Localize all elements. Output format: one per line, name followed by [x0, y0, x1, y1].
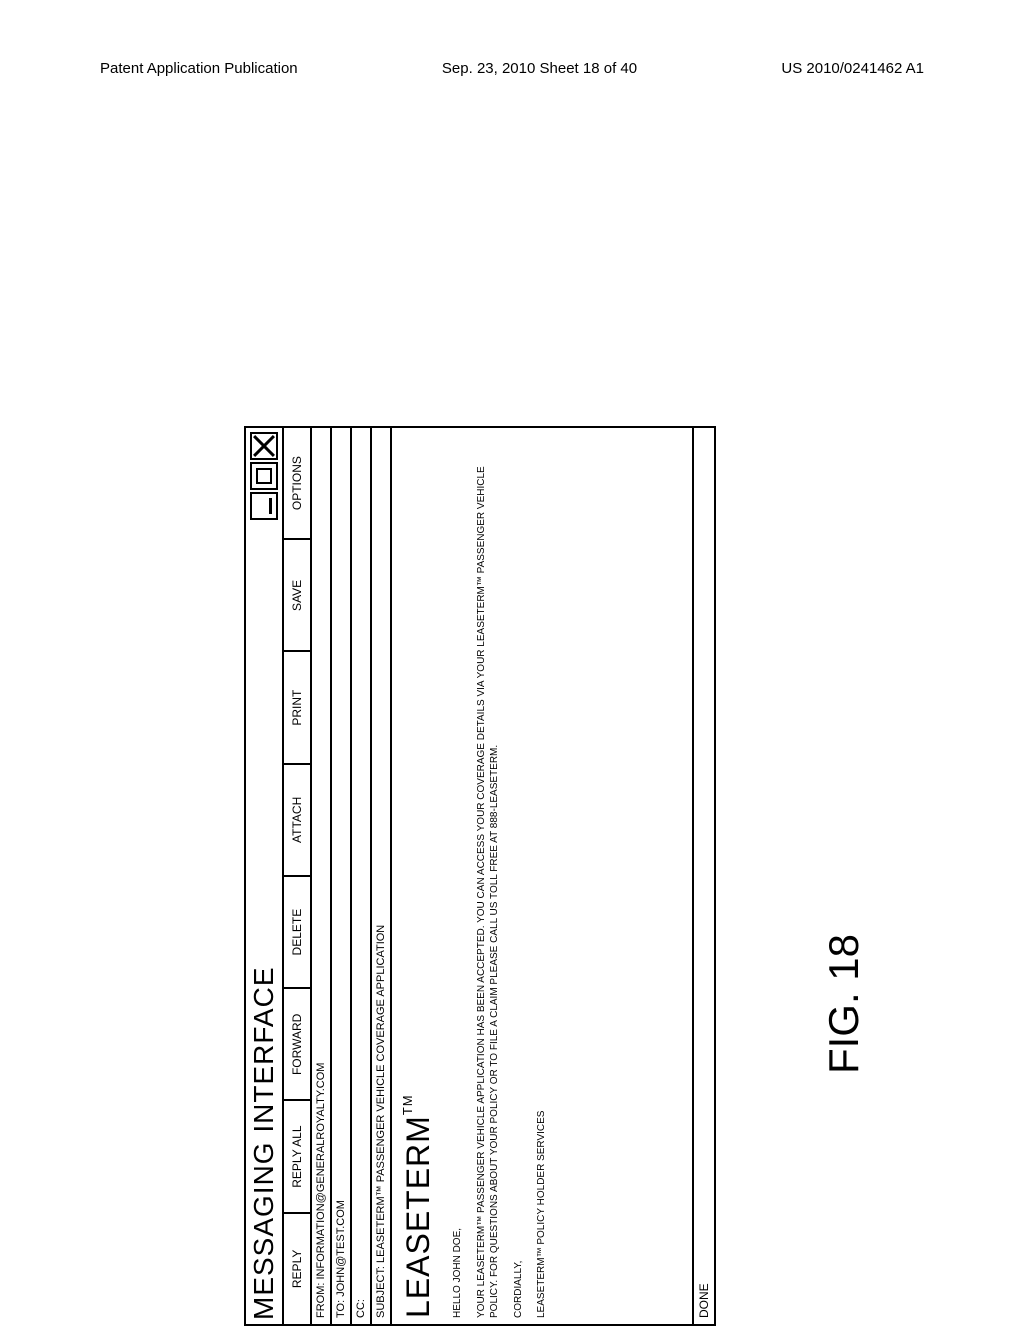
from-field: FROM: INFORMATION@GENERALROYALTY.COM	[312, 428, 332, 1324]
greeting-text: HELLO JOHN DOE,	[451, 434, 465, 1318]
brand-name: LEASETERM	[400, 1115, 436, 1318]
options-button[interactable]: OPTIONS	[284, 428, 310, 538]
window-controls	[250, 432, 278, 520]
page-header: Patent Application Publication Sep. 23, …	[0, 0, 1024, 87]
minimize-icon[interactable]	[250, 492, 278, 520]
toolbar: REPLY REPLY ALL FORWARD DELETE ATTACH PR…	[284, 428, 312, 1324]
status-done: DONE	[697, 1283, 711, 1318]
messaging-window: MESSAGING INTERFACE REPLY REPLY ALL FORW…	[244, 426, 716, 1326]
brand-logo: LEASETERMTM	[400, 434, 437, 1318]
subject-field: SUBJECT: LEASETERM™ PASSENGER VEHICLE CO…	[372, 428, 392, 1324]
message-body: LEASETERMTM HELLO JOHN DOE, YOUR LEASETE…	[392, 428, 692, 1324]
reply-all-button[interactable]: REPLY ALL	[284, 1100, 310, 1212]
header-left: Patent Application Publication	[100, 60, 298, 77]
maximize-icon[interactable]	[250, 462, 278, 490]
header-center: Sep. 23, 2010 Sheet 18 of 40	[442, 60, 637, 77]
closing-text: CORDIALLY,	[512, 434, 526, 1318]
to-field: TO: JOHN@TEST.COM	[332, 428, 352, 1324]
signature-text: LEASETERM™ POLICY HOLDER SERVICES	[535, 434, 549, 1318]
attach-button[interactable]: ATTACH	[284, 763, 310, 875]
header-right: US 2010/0241462 A1	[781, 60, 924, 77]
reply-button[interactable]: REPLY	[284, 1212, 310, 1324]
save-button[interactable]: SAVE	[284, 538, 310, 650]
cc-field: CC:	[352, 428, 372, 1324]
window-title: MESSAGING INTERFACE	[248, 967, 280, 1321]
brand-tm: TM	[400, 1094, 415, 1115]
figure-container: MESSAGING INTERFACE REPLY REPLY ALL FORW…	[244, 426, 716, 1326]
body-paragraph: YOUR LEASETERM™ PASSENGER VEHICLE APPLIC…	[475, 434, 502, 1318]
status-bar: DONE	[692, 428, 714, 1324]
print-button[interactable]: PRINT	[284, 651, 310, 763]
titlebar: MESSAGING INTERFACE	[246, 428, 284, 1324]
delete-button[interactable]: DELETE	[284, 875, 310, 987]
close-icon[interactable]	[250, 432, 278, 460]
forward-button[interactable]: FORWARD	[284, 987, 310, 1099]
figure-label: FIG. 18	[820, 934, 868, 1074]
